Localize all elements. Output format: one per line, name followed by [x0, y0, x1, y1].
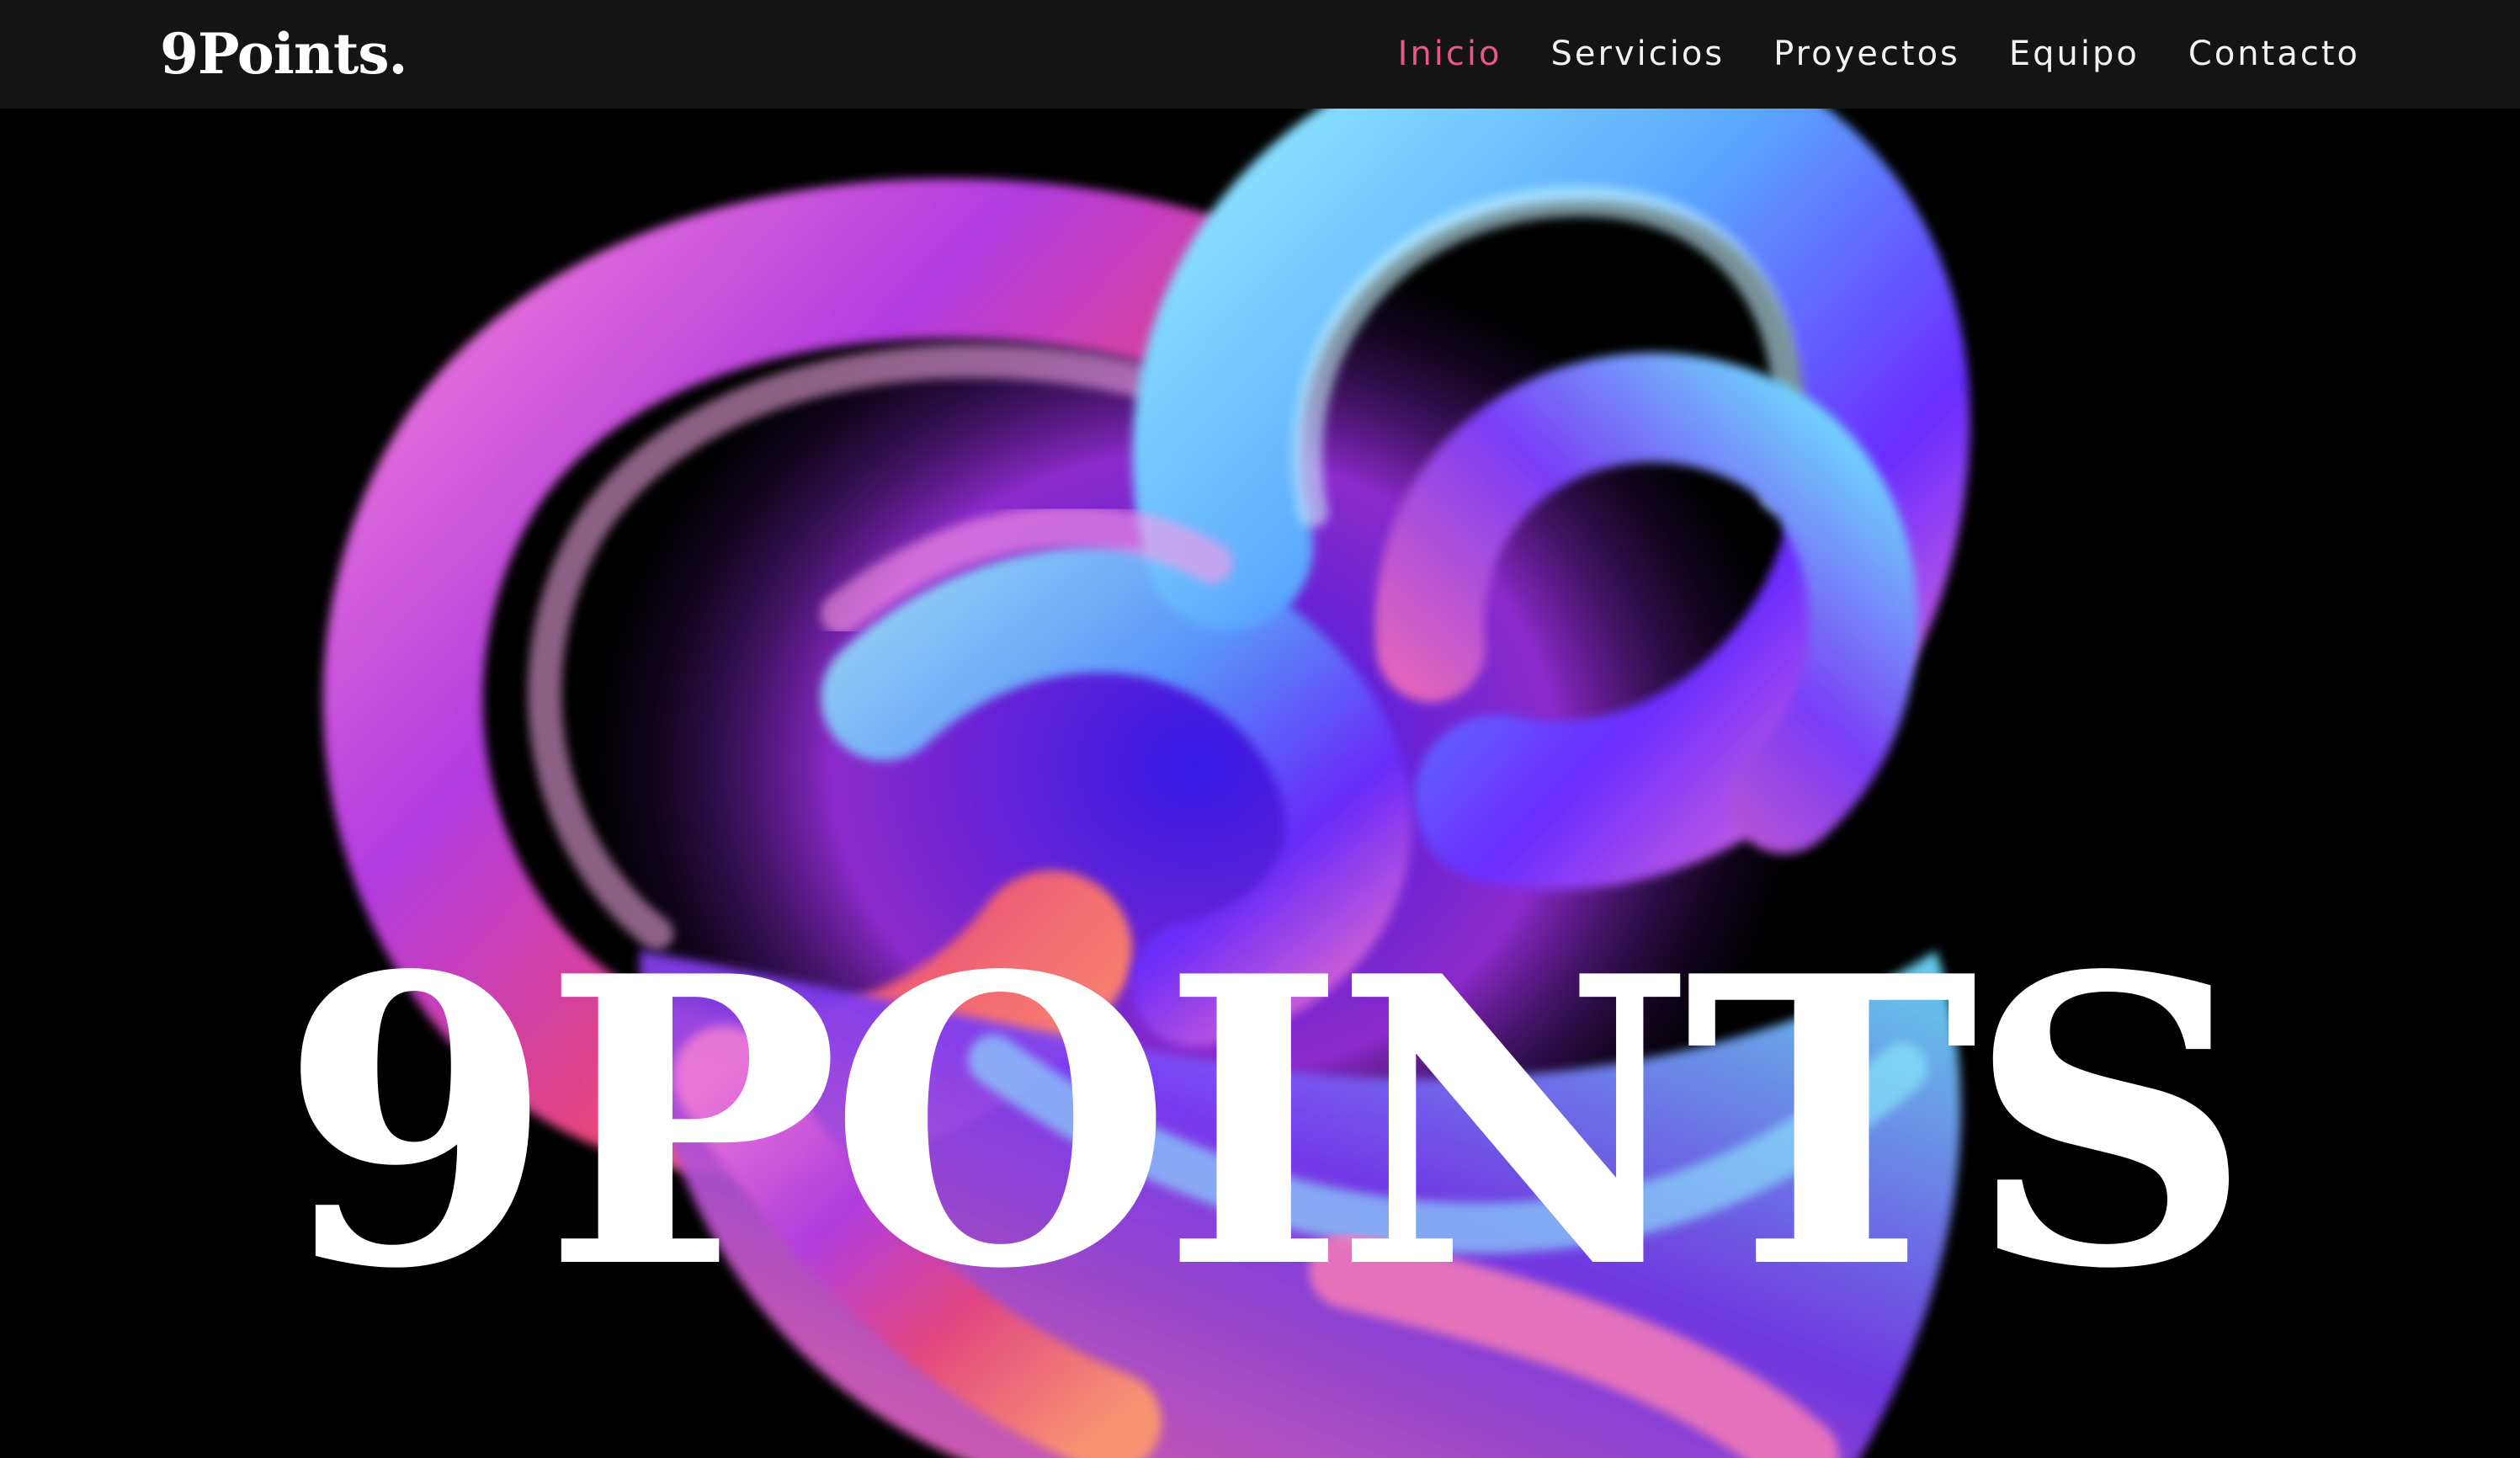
- nav-link-contacto[interactable]: Contacto: [2188, 32, 2360, 76]
- nav-link-proyectos[interactable]: Proyectos: [1773, 32, 1960, 76]
- hero-title: 9POINTS: [279, 890, 2253, 1355]
- nav-link-servicios[interactable]: Servicios: [1551, 32, 1725, 76]
- main-nav: Inicio Servicios Proyectos Equipo Contac…: [1398, 32, 2360, 76]
- nav-link-inicio[interactable]: Inicio: [1398, 32, 1502, 76]
- brand-logo[interactable]: 9Points.: [160, 20, 407, 88]
- top-navbar: 9Points. Inicio Servicios Proyectos Equi…: [0, 0, 2520, 109]
- nav-link-equipo[interactable]: Equipo: [2009, 32, 2140, 76]
- hero-section: 9POINTS: [0, 109, 2520, 1458]
